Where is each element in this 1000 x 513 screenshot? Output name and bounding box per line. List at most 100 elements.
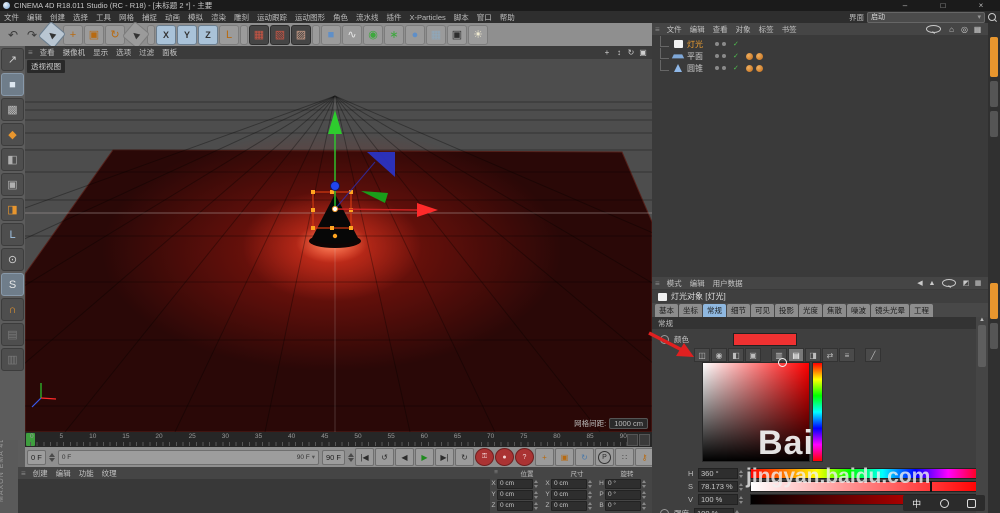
stepper-icon[interactable] bbox=[642, 490, 647, 499]
spline-pen-menu[interactable]: ∿ bbox=[342, 24, 362, 45]
scroll-up-icon[interactable]: ▲ bbox=[976, 317, 988, 323]
stepper-icon[interactable] bbox=[642, 501, 647, 510]
menu-item[interactable]: 角色 bbox=[329, 12, 352, 23]
frame-range-slider[interactable]: 0 F 90 F ▾ bbox=[57, 449, 319, 465]
layer-a-icon[interactable]: ▤ bbox=[1, 323, 24, 346]
magnet-icon[interactable]: ∩ bbox=[1, 298, 24, 321]
coord-value-field[interactable]: 0 cm bbox=[497, 500, 533, 511]
convert-editable-icon[interactable]: ↗ bbox=[1, 48, 24, 71]
attribute-tab[interactable]: 坐标 bbox=[679, 304, 702, 317]
stepper-icon[interactable] bbox=[588, 501, 593, 510]
viewport-menu-item[interactable]: 选项 bbox=[112, 47, 135, 58]
attribute-tab[interactable]: 常规 bbox=[703, 304, 726, 317]
start-frame-stepper[interactable] bbox=[48, 452, 55, 463]
polygon-mode-icon[interactable]: ▣ bbox=[1, 173, 24, 196]
stepper-icon[interactable] bbox=[739, 482, 744, 491]
animation-dot-icon[interactable] bbox=[660, 509, 669, 513]
om-search-icon[interactable] bbox=[926, 25, 941, 33]
color-field[interactable] bbox=[702, 362, 810, 462]
menu-item[interactable]: 捕捉 bbox=[138, 12, 161, 23]
eyedropper-icon[interactable]: ╱ bbox=[865, 348, 881, 362]
rotation-value-field[interactable]: 0 ° bbox=[605, 478, 641, 489]
saturation-slider[interactable] bbox=[750, 481, 976, 492]
play-button[interactable]: ▶ bbox=[415, 448, 434, 466]
menu-item[interactable]: 选择 bbox=[69, 12, 92, 23]
timeline-ruler[interactable]: 0 5 10 15 20 25 30 35 40 45 50 55 60 65 70 75 80 85 90 bbox=[25, 432, 652, 447]
layer-b-icon[interactable]: ▥ bbox=[1, 348, 24, 371]
attribute-tab[interactable]: 噪波 bbox=[847, 304, 870, 317]
record-pla-toggle[interactable]: ∷ bbox=[615, 448, 634, 466]
axis-mode-icon[interactable]: ◨ bbox=[1, 198, 24, 221]
menu-item[interactable]: 模拟 bbox=[184, 12, 207, 23]
rotation-value-field[interactable]: 0 ° bbox=[605, 500, 641, 511]
editor-visibility-dot[interactable] bbox=[715, 42, 719, 46]
ime-tray[interactable]: 中 bbox=[903, 495, 985, 511]
lock-y-axis[interactable]: Y bbox=[177, 24, 197, 45]
panel-tab[interactable] bbox=[990, 111, 998, 137]
lock-x-axis[interactable]: X bbox=[156, 24, 176, 45]
panel-tab[interactable] bbox=[990, 81, 998, 107]
viewport-solo-icon[interactable]: ⊙ bbox=[1, 248, 24, 271]
render-picture-viewer-button[interactable]: ▧ bbox=[270, 24, 290, 45]
zoom-view-icon[interactable]: ↕ bbox=[613, 48, 625, 57]
panel-tab[interactable] bbox=[990, 323, 998, 349]
attribute-scrollbar[interactable]: ▲ bbox=[976, 317, 988, 513]
record-position-toggle[interactable]: + bbox=[535, 448, 554, 466]
menu-item[interactable]: X-Particles bbox=[406, 13, 450, 22]
material-menu-item[interactable]: 纹理 bbox=[98, 468, 121, 479]
panel-grip[interactable]: ≡ bbox=[652, 279, 663, 288]
stepper-icon[interactable] bbox=[739, 495, 744, 504]
camera-menu[interactable]: ▣ bbox=[447, 24, 467, 45]
om-home-icon[interactable]: ⌂ bbox=[945, 25, 958, 34]
coordinate-system[interactable]: L bbox=[219, 24, 239, 45]
previous-frame-button[interactable]: ◀ bbox=[395, 448, 414, 466]
menu-item[interactable]: 编辑 bbox=[23, 12, 46, 23]
model-mode-icon[interactable]: ■ bbox=[1, 73, 24, 96]
lock-z-axis[interactable]: Z bbox=[198, 24, 218, 45]
gradient-box-icon[interactable]: ◧ bbox=[728, 348, 744, 362]
editor-visibility-dot[interactable] bbox=[715, 66, 719, 70]
stepper-icon[interactable] bbox=[588, 479, 593, 488]
swatch-pair-icon[interactable]: ◫ bbox=[694, 348, 710, 362]
viewport-menu-item[interactable]: 显示 bbox=[89, 47, 112, 58]
end-frame-stepper[interactable] bbox=[347, 452, 354, 463]
history-back-icon[interactable]: ◀ bbox=[914, 279, 926, 287]
attribute-tab[interactable]: 细节 bbox=[727, 304, 750, 317]
render-visibility-dot[interactable] bbox=[722, 42, 726, 46]
menu-item[interactable]: 运动跟踪 bbox=[253, 12, 291, 23]
gap[interactable] bbox=[856, 349, 864, 361]
object-row[interactable]: 平面 ✓ bbox=[652, 47, 988, 62]
scrollbar-thumb[interactable] bbox=[978, 325, 986, 367]
keyframe-selection-button[interactable]: ? bbox=[515, 448, 534, 466]
am-panel-icon[interactable]: ▦ bbox=[972, 279, 984, 287]
undo-icon[interactable]: ↶ bbox=[4, 26, 22, 44]
deformers-menu[interactable]: ● bbox=[405, 24, 425, 45]
object-icon[interactable] bbox=[672, 64, 684, 72]
editor-visibility-dot[interactable] bbox=[715, 54, 719, 58]
material-menu-item[interactable]: 编辑 bbox=[52, 468, 75, 479]
sep[interactable] bbox=[240, 24, 248, 45]
render-visibility-dot[interactable] bbox=[722, 66, 726, 70]
minimize-button[interactable]: – bbox=[886, 1, 924, 10]
render-view-button[interactable]: ▦ bbox=[249, 24, 269, 45]
saturation-value-field[interactable]: 78.173 % bbox=[698, 481, 738, 492]
texture-tag-icon[interactable] bbox=[745, 52, 753, 60]
stepper-icon[interactable] bbox=[642, 479, 647, 488]
start-frame-field[interactable]: 0 F bbox=[27, 449, 46, 465]
coord-value-field[interactable]: 0 cm bbox=[497, 489, 533, 500]
viewport-menu-item[interactable]: 摄像机 bbox=[59, 47, 90, 58]
hue-value-field[interactable]: 360 ° bbox=[698, 468, 738, 479]
maximize-button[interactable]: □ bbox=[924, 1, 962, 10]
menu-item[interactable]: 脚本 bbox=[450, 12, 473, 23]
section-header[interactable]: 常规 bbox=[652, 317, 982, 329]
object-manager-menu-item[interactable]: 对象 bbox=[732, 24, 755, 35]
layer-tab[interactable] bbox=[990, 37, 998, 77]
om-panel-icon[interactable]: ▦ bbox=[971, 25, 984, 34]
record-keyframe-button[interactable]: ⚿ bbox=[475, 448, 494, 466]
size-value-field[interactable]: 0 cm bbox=[551, 500, 587, 511]
menu-item[interactable]: 窗口 bbox=[473, 12, 496, 23]
search-icon[interactable] bbox=[988, 13, 996, 21]
record-scale-toggle[interactable]: ▣ bbox=[555, 448, 574, 466]
texture-mode-icon[interactable]: ▩ bbox=[1, 98, 24, 121]
om-target-icon[interactable]: ◎ bbox=[958, 25, 971, 34]
